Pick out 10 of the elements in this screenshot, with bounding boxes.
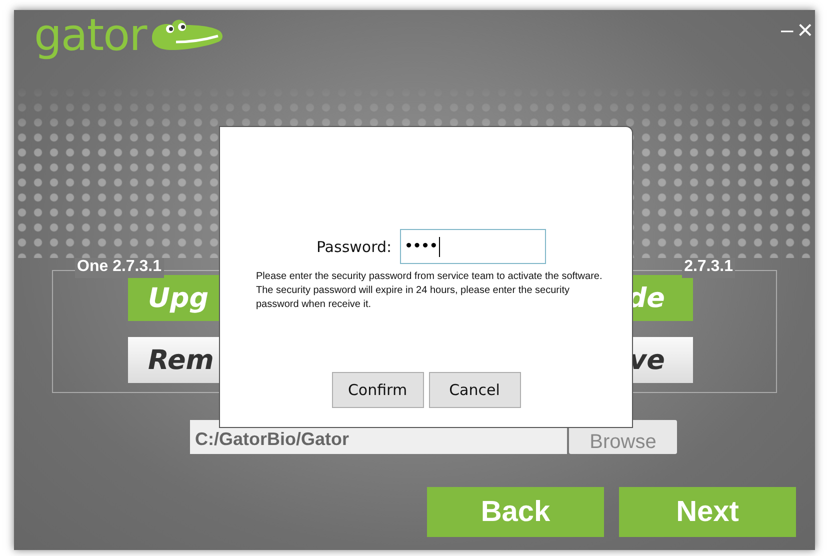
- version-label: One 2.7.3.1: [75, 258, 164, 278]
- help-text: Please enter the security password from service team to activate the software. The security password will expire in 24 hours, please enter the security password when receive it.: [256, 270, 604, 312]
- close-button[interactable]: ×: [797, 18, 813, 42]
- cancel-button[interactable]: Cancel: [428, 372, 520, 408]
- minimize-button[interactable]: –: [780, 18, 794, 42]
- password-field[interactable]: ••••: [400, 229, 546, 264]
- password-label: Password:: [316, 238, 392, 256]
- confirm-button[interactable]: Confirm: [332, 372, 424, 408]
- version-label: 2.7.3.1: [682, 258, 735, 278]
- logo-text: gator: [34, 12, 146, 60]
